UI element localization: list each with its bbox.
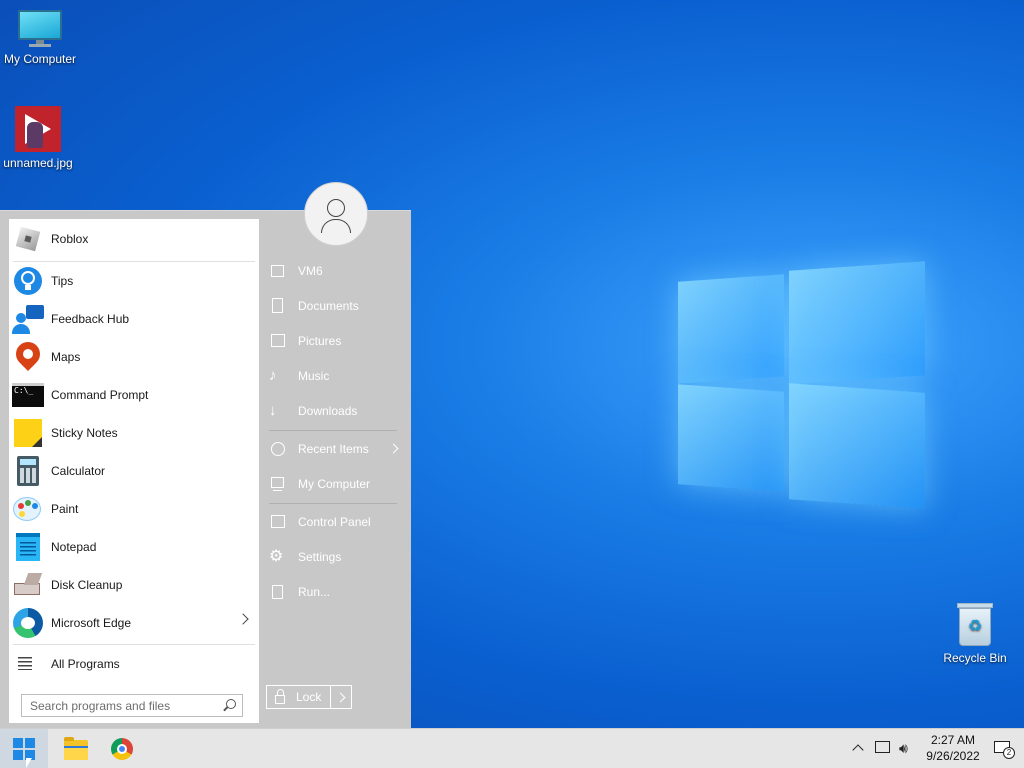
place-documents[interactable]: Documents bbox=[269, 294, 399, 318]
program-label: Maps bbox=[51, 350, 81, 364]
sticky-note-icon bbox=[12, 417, 44, 449]
run-icon bbox=[269, 583, 287, 601]
image-thumbnail-icon bbox=[15, 106, 61, 152]
program-list: Roblox Tips Feedback Hub Maps C:\_ Comma… bbox=[9, 219, 259, 723]
network-icon bbox=[875, 741, 890, 753]
start-button[interactable] bbox=[0, 729, 48, 768]
search-input[interactable] bbox=[22, 695, 212, 716]
music-note-icon: ♪ bbox=[269, 367, 277, 384]
start-menu: Roblox Tips Feedback Hub Maps C:\_ Comma… bbox=[0, 210, 411, 728]
taskbar-file-explorer[interactable] bbox=[50, 729, 98, 768]
desktop-icon-label: Recycle Bin bbox=[943, 651, 1007, 665]
list-icon bbox=[12, 654, 44, 674]
place-music[interactable]: ♪ Music bbox=[269, 364, 399, 388]
program-label: Microsoft Edge bbox=[51, 616, 132, 630]
program-paint[interactable]: Paint bbox=[9, 491, 259, 527]
desktop-icon-label: My Computer bbox=[3, 52, 77, 66]
place-recent-items[interactable]: Recent Items bbox=[269, 437, 399, 461]
places-list: VM6 Documents Pictures ♪ Music ↓ Downloa… bbox=[259, 211, 411, 729]
place-pictures[interactable]: Pictures bbox=[269, 329, 399, 353]
taskbar: 🔊︎ 2:27 AM 9/26/2022 2 bbox=[0, 728, 1024, 768]
chevron-right-icon bbox=[237, 613, 249, 625]
program-sticky-notes[interactable]: Sticky Notes bbox=[9, 415, 259, 451]
program-tips[interactable]: Tips bbox=[9, 263, 259, 299]
mouse-cursor bbox=[26, 758, 32, 768]
folder-icon bbox=[64, 737, 88, 760]
program-label: Notepad bbox=[51, 540, 97, 554]
clock-time: 2:27 AM bbox=[930, 733, 976, 747]
show-hidden-icons-button[interactable] bbox=[850, 729, 868, 768]
desktop-icon-label: unnamed.jpg bbox=[3, 156, 73, 170]
lightbulb-icon bbox=[12, 265, 44, 297]
program-roblox[interactable]: Roblox bbox=[9, 221, 259, 257]
program-command-prompt[interactable]: C:\_ Command Prompt bbox=[9, 377, 259, 413]
disk-cleanup-icon bbox=[12, 569, 44, 601]
terminal-icon: C:\_ bbox=[12, 379, 44, 411]
notifications-button[interactable]: 2 bbox=[990, 729, 1020, 768]
program-microsoft-edge[interactable]: Microsoft Edge bbox=[9, 605, 259, 641]
program-calculator[interactable]: Calculator bbox=[9, 453, 259, 489]
user-avatar[interactable] bbox=[304, 182, 368, 246]
program-label: Feedback Hub bbox=[51, 312, 130, 326]
lock-button[interactable]: Lock bbox=[267, 686, 331, 708]
search-icon[interactable] bbox=[226, 699, 236, 709]
desktop-icon-my-computer[interactable]: My Computer bbox=[0, 10, 80, 66]
program-label: Paint bbox=[51, 502, 79, 516]
program-maps[interactable]: Maps bbox=[9, 337, 259, 375]
clock-icon bbox=[269, 440, 287, 458]
clock-date: 9/26/2022 bbox=[926, 749, 980, 763]
place-vm6[interactable]: VM6 bbox=[269, 259, 399, 283]
control-panel-icon bbox=[269, 513, 287, 531]
picture-icon bbox=[269, 332, 287, 350]
user-folder-icon bbox=[269, 262, 287, 280]
desktop-icon-unnamed-jpg[interactable]: unnamed.jpg bbox=[0, 106, 78, 170]
lock-button-group: Lock bbox=[266, 685, 352, 709]
program-label: Roblox bbox=[51, 232, 89, 246]
program-label: Command Prompt bbox=[51, 388, 149, 402]
notepad-icon bbox=[12, 531, 44, 563]
map-pin-icon bbox=[11, 337, 45, 373]
program-label: Tips bbox=[51, 274, 74, 288]
recycle-bin-icon: ♻ bbox=[956, 603, 994, 647]
program-label: Sticky Notes bbox=[51, 426, 118, 440]
lock-icon bbox=[275, 688, 285, 704]
place-control-panel[interactable]: Control Panel bbox=[269, 510, 399, 534]
calculator-icon bbox=[12, 455, 44, 487]
network-button[interactable] bbox=[872, 729, 894, 768]
monitor-icon bbox=[18, 10, 62, 48]
program-label: Calculator bbox=[51, 464, 106, 478]
all-programs-label: All Programs bbox=[51, 657, 120, 671]
notification-count-badge: 2 bbox=[1003, 747, 1015, 759]
power-options-button[interactable] bbox=[331, 686, 351, 708]
computer-icon bbox=[269, 475, 287, 493]
system-clock[interactable]: 2:27 AM 9/26/2022 bbox=[918, 732, 988, 764]
roblox-icon bbox=[12, 223, 44, 255]
chevron-right-icon bbox=[388, 443, 399, 454]
volume-button[interactable]: 🔊︎ bbox=[897, 729, 919, 768]
desktop-icon-recycle-bin[interactable]: ♻ Recycle Bin bbox=[935, 603, 1015, 665]
download-icon: ↓ bbox=[269, 402, 277, 419]
edge-icon bbox=[12, 607, 44, 639]
wallpaper-windows-logo bbox=[676, 258, 926, 512]
place-run[interactable]: Run... bbox=[269, 580, 399, 604]
program-label: Disk Cleanup bbox=[51, 578, 123, 592]
speaker-icon: 🔊︎ bbox=[899, 740, 908, 756]
all-programs-button[interactable]: All Programs bbox=[9, 649, 259, 679]
palette-icon bbox=[12, 493, 44, 525]
chrome-icon bbox=[111, 738, 133, 760]
place-settings[interactable]: ⚙ Settings bbox=[269, 545, 399, 569]
feedback-hub-icon bbox=[12, 303, 44, 335]
document-icon bbox=[269, 297, 287, 315]
chevron-up-icon bbox=[852, 744, 864, 756]
gear-icon: ⚙ bbox=[269, 548, 284, 565]
place-downloads[interactable]: ↓ Downloads bbox=[269, 399, 399, 423]
program-feedback-hub[interactable]: Feedback Hub bbox=[9, 301, 259, 337]
program-disk-cleanup[interactable]: Disk Cleanup bbox=[9, 567, 259, 603]
search-box[interactable] bbox=[21, 694, 243, 717]
place-my-computer[interactable]: My Computer bbox=[269, 472, 399, 496]
taskbar-chrome[interactable] bbox=[98, 729, 146, 768]
program-notepad[interactable]: Notepad bbox=[9, 529, 259, 565]
